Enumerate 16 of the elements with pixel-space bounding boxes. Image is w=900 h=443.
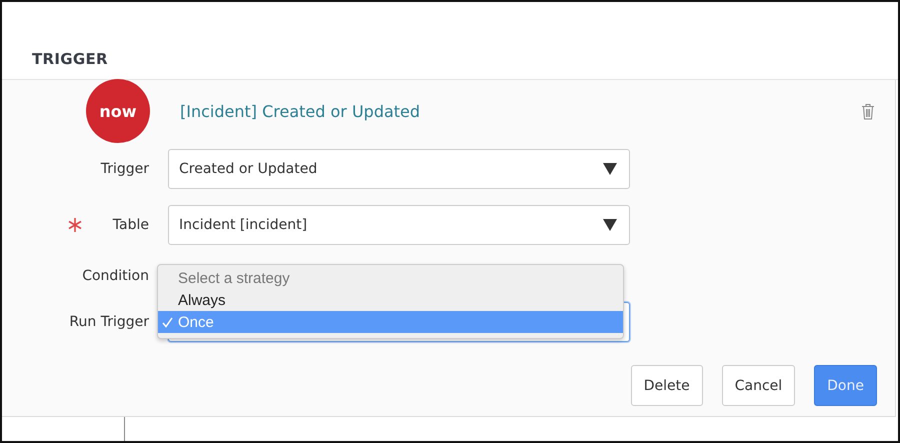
- field-label: Table: [112, 217, 149, 233]
- select-field[interactable]: Incident [incident]: [168, 205, 630, 245]
- action-button[interactable]: Cancel: [722, 365, 796, 406]
- caret-icon: [603, 163, 617, 175]
- trash-icon[interactable]: [861, 102, 875, 120]
- field-label: Condition: [82, 268, 149, 284]
- caret-icon: [603, 219, 617, 231]
- check-icon: [162, 316, 173, 328]
- section-title: TRIGGER: [32, 50, 108, 68]
- field-label: Run Trigger: [69, 314, 149, 330]
- logo-icon: now: [86, 79, 150, 143]
- trigger-title: [Incident] Created or Updated: [180, 102, 420, 120]
- menu-option[interactable]: Always: [158, 289, 623, 311]
- field-label: Trigger: [100, 161, 149, 177]
- select-field[interactable]: Created or Updated: [168, 149, 630, 189]
- action-button[interactable]: Delete: [630, 365, 703, 406]
